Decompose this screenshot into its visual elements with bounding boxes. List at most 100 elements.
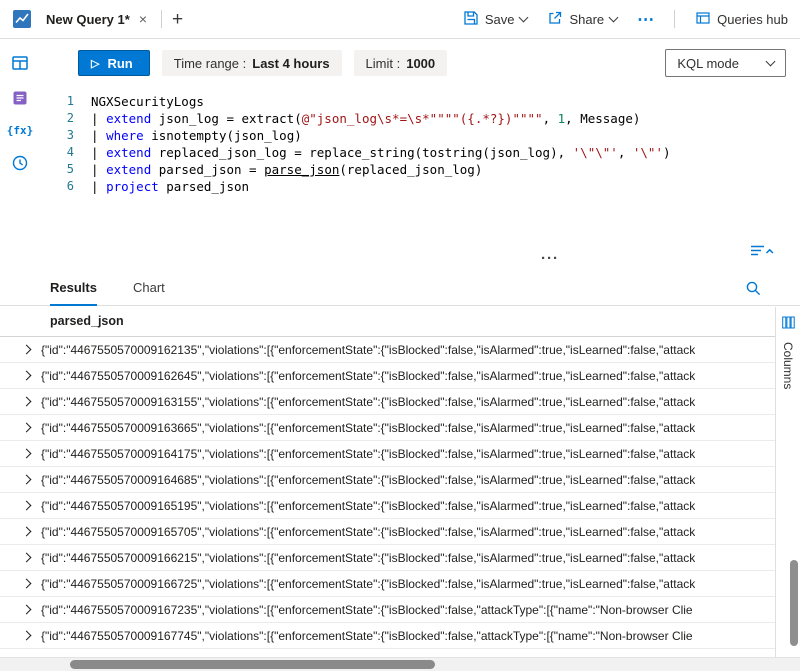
table-row[interactable]: {"id":"4467550570009165705","violations"… — [0, 519, 775, 545]
table-row[interactable]: {"id":"4467550570009164685","violations"… — [0, 467, 775, 493]
queries-hub-button[interactable]: Queries hub — [695, 10, 788, 29]
code-line: 3| where isnotempty(json_log) — [40, 127, 770, 144]
expand-chevron-icon[interactable] — [22, 449, 32, 459]
chevron-down-icon — [766, 56, 776, 66]
table-row[interactable]: {"id":"4467550570009167235","violations"… — [0, 597, 775, 623]
row-json-text: {"id":"4467550570009162645","violations"… — [41, 369, 695, 383]
query-editor[interactable]: 1NGXSecurityLogs2| extend json_log = ext… — [40, 93, 770, 243]
expand-chevron-icon[interactable] — [22, 631, 32, 641]
save-icon — [463, 10, 479, 29]
column-header-parsed-json[interactable]: parsed_json — [0, 306, 775, 337]
limit-value: 1000 — [406, 56, 435, 71]
expand-chevron-icon[interactable] — [22, 345, 32, 355]
top-bar-actions: Save Share ⋯ Queries hub — [463, 10, 788, 29]
columns-panel-label[interactable]: Columns — [781, 342, 795, 389]
line-number: 2 — [40, 110, 74, 127]
limit-picker[interactable]: Limit : 1000 — [354, 50, 448, 76]
collapse-editor-icon[interactable] — [750, 243, 774, 259]
row-json-text: {"id":"4467550570009166215","violations"… — [41, 551, 695, 565]
expand-chevron-icon[interactable] — [22, 553, 32, 563]
line-number: 1 — [40, 93, 74, 110]
more-commands-button[interactable]: ⋯ — [637, 11, 654, 28]
kql-mode-dropdown[interactable]: KQL mode — [665, 49, 786, 77]
editor-lines: 1NGXSecurityLogs2| extend json_log = ext… — [40, 93, 770, 195]
expand-chevron-icon[interactable] — [22, 475, 32, 485]
share-button[interactable]: Share — [547, 10, 617, 29]
row-json-text: {"id":"4467550570009163665","violations"… — [41, 421, 695, 435]
table-row[interactable]: {"id":"4467550570009163665","violations"… — [0, 415, 775, 441]
table-row[interactable]: {"id":"4467550570009166725","violations"… — [0, 571, 775, 597]
row-json-text: {"id":"4467550570009164175","violations"… — [41, 447, 695, 461]
query-tab[interactable]: New Query 1* × — [42, 10, 151, 29]
row-json-text: {"id":"4467550570009165195","violations"… — [41, 499, 695, 513]
table-row[interactable]: {"id":"4467550570009164175","violations"… — [0, 441, 775, 467]
play-icon: ▷ — [91, 57, 99, 70]
divider — [674, 10, 675, 28]
time-range-label: Time range : — [174, 56, 247, 71]
left-rail: {fx} — [0, 39, 40, 269]
kql-mode-label: KQL mode — [677, 56, 739, 71]
horizontal-scrollbar-thumb[interactable] — [70, 660, 435, 669]
chevron-down-icon[interactable] — [609, 12, 619, 22]
time-range-picker[interactable]: Time range : Last 4 hours — [162, 50, 342, 76]
run-button[interactable]: ▷ Run — [78, 50, 150, 76]
limit-label: Limit : — [366, 56, 401, 71]
code-line: 5| extend parsed_json = parse_json(repla… — [40, 161, 770, 178]
functions-icon[interactable]: {fx} — [7, 124, 34, 137]
example-queries-icon[interactable] — [11, 89, 29, 107]
row-json-text: {"id":"4467550570009166725","violations"… — [41, 577, 695, 591]
table-row[interactable]: {"id":"4467550570009163155","violations"… — [0, 389, 775, 415]
query-history-icon[interactable] — [11, 154, 29, 172]
close-icon[interactable]: × — [139, 12, 147, 26]
time-range-value: Last 4 hours — [252, 56, 329, 71]
results-tabs: Results Chart — [0, 270, 800, 306]
queries-hub-label: Queries hub — [717, 12, 788, 27]
horizontal-scrollbar[interactable] — [0, 657, 800, 671]
code-line: 2| extend json_log = extract(@"json_log\… — [40, 110, 770, 127]
expand-chevron-icon[interactable] — [22, 501, 32, 511]
table-row[interactable]: {"id":"4467550570009162645","violations"… — [0, 363, 775, 389]
row-json-text: {"id":"4467550570009167745","violations"… — [41, 629, 693, 643]
save-button[interactable]: Save — [463, 10, 528, 29]
search-icon[interactable] — [745, 280, 762, 297]
share-label: Share — [569, 12, 604, 27]
table-row[interactable]: {"id":"4467550570009165195","violations"… — [0, 493, 775, 519]
top-bar: New Query 1* × + Save Share ⋯ — [0, 0, 800, 39]
expand-chevron-icon[interactable] — [22, 527, 32, 537]
log-analytics-window: New Query 1* × + Save Share ⋯ — [0, 0, 800, 671]
tab-chart[interactable]: Chart — [133, 270, 165, 305]
line-number: 6 — [40, 178, 74, 195]
tab-results[interactable]: Results — [50, 270, 97, 305]
table-row[interactable]: {"id":"4467550570009166215","violations"… — [0, 545, 775, 571]
query-toolbar: ▷ Run Time range : Last 4 hours Limit : … — [40, 40, 800, 86]
new-tab-button[interactable]: + — [172, 10, 183, 29]
row-json-text: {"id":"4467550570009163155","violations"… — [41, 395, 695, 409]
code-line: 6| project parsed_json — [40, 178, 770, 195]
row-json-text: {"id":"4467550570009162135","violations"… — [41, 343, 695, 357]
expand-chevron-icon[interactable] — [22, 397, 32, 407]
chevron-down-icon[interactable] — [519, 12, 529, 22]
row-json-text: {"id":"4467550570009165705","violations"… — [41, 525, 695, 539]
splitter-handle[interactable]: ··· — [541, 251, 559, 266]
code-line: 4| extend replaced_json_log = replace_st… — [40, 144, 770, 161]
table-row[interactable]: {"id":"4467550570009162135","violations"… — [0, 337, 775, 363]
app-logo-icon — [12, 9, 32, 29]
share-icon — [547, 10, 563, 29]
line-number: 4 — [40, 144, 74, 161]
line-number: 3 — [40, 127, 74, 144]
results-panel: Results Chart parsed_json {"id":"4467550… — [0, 270, 800, 671]
table-row[interactable]: {"id":"4467550570009167745","violations"… — [0, 623, 775, 649]
tables-icon[interactable] — [11, 54, 29, 72]
code-line: 1NGXSecurityLogs — [40, 93, 770, 110]
columns-icon[interactable] — [782, 316, 795, 334]
expand-chevron-icon[interactable] — [22, 605, 32, 615]
results-rows: {"id":"4467550570009162135","violations"… — [0, 337, 775, 657]
row-json-text: {"id":"4467550570009167235","violations"… — [41, 603, 693, 617]
run-label: Run — [107, 56, 132, 71]
save-label: Save — [485, 12, 515, 27]
expand-chevron-icon[interactable] — [22, 423, 32, 433]
vertical-scrollbar[interactable] — [790, 560, 798, 646]
expand-chevron-icon[interactable] — [22, 371, 32, 381]
expand-chevron-icon[interactable] — [22, 579, 32, 589]
query-tab-label: New Query 1* — [46, 12, 130, 27]
